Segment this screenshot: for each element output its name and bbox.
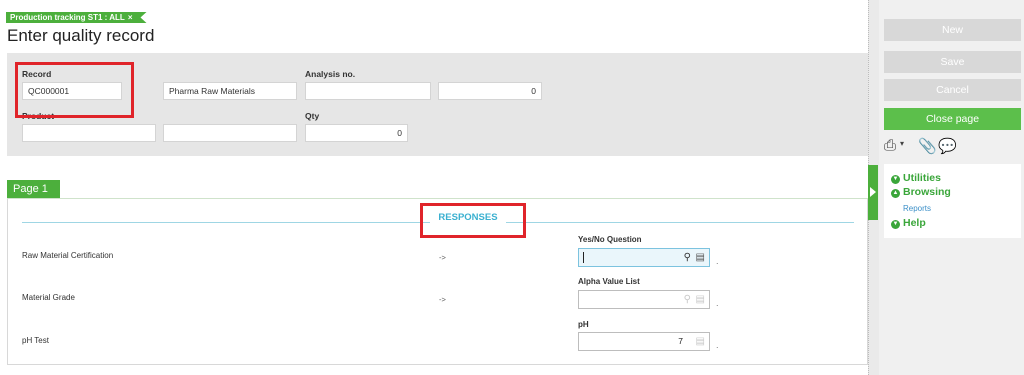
response-row-label: Material Grade [22, 293, 75, 302]
chevron-icon [870, 187, 876, 197]
search-icon[interactable]: ⚲ [684, 293, 691, 306]
product-description-field[interactable] [163, 124, 297, 142]
product-label: Product [22, 111, 55, 121]
analysis-field[interactable] [305, 82, 431, 100]
utilities-label: Utilities [903, 172, 941, 184]
reports-link[interactable]: Reports [903, 204, 931, 213]
browsing-link[interactable]: ▲ Browsing [891, 186, 951, 198]
yes-no-question-input[interactable]: ⚲ ▤ [578, 248, 710, 267]
collapse-panel-handle[interactable] [868, 165, 878, 220]
response-row-label: Raw Material Certification [22, 251, 114, 260]
tab-page-1[interactable]: Page 1 [7, 180, 60, 199]
row-suffix: . [716, 340, 719, 350]
chevron-down-icon: ▼ [891, 220, 900, 229]
record-description-field[interactable]: Pharma Raw Materials [163, 82, 297, 100]
section-title-responses: RESPONSES [430, 212, 506, 223]
printer-icon[interactable]: ⎙ [884, 137, 896, 154]
breadcrumb-label: Production tracking ST1 : ALL [10, 13, 125, 22]
save-button[interactable]: Save [884, 51, 1021, 73]
analysis-number-field[interactable]: 0 [438, 82, 542, 100]
search-icon[interactable]: ⚲ [684, 251, 691, 264]
question-label: pH [578, 320, 589, 329]
close-icon[interactable]: × [128, 13, 133, 22]
response-row-arrow: -> [439, 295, 446, 304]
chevron-up-icon: ▲ [891, 189, 900, 198]
cancel-button[interactable]: Cancel [884, 79, 1021, 101]
record-label: Record [22, 69, 52, 79]
page-title: Enter quality record [7, 26, 155, 45]
new-button[interactable]: New [884, 19, 1021, 41]
utilities-link[interactable]: ▼ Utilities [891, 172, 941, 184]
list-icon[interactable]: ▤ [696, 335, 705, 348]
chevron-down-icon: ▼ [891, 175, 900, 184]
breadcrumb[interactable]: Production tracking ST1 : ALL × [6, 12, 147, 23]
question-label: Alpha Value List [578, 277, 640, 286]
record-field[interactable]: QC000001 [22, 82, 122, 100]
alpha-value-list-input[interactable]: ⚲ ▤ [578, 290, 710, 309]
row-suffix: . [716, 256, 719, 266]
paperclip-icon[interactable]: 📎 [918, 137, 937, 155]
main-area: Production tracking ST1 : ALL × Enter qua… [0, 0, 868, 375]
question-label: Yes/No Question [578, 235, 642, 244]
browsing-label: Browsing [903, 186, 951, 198]
chevron-down-icon[interactable]: ▾ [900, 139, 904, 148]
response-row-label: pH Test [22, 336, 49, 345]
analysis-label: Analysis no. [305, 69, 356, 79]
qty-label: Qty [305, 111, 320, 121]
sidebar-links: ▼ Utilities ▲ Browsing Reports ▼ Help [884, 164, 1021, 238]
qty-field[interactable]: 0 [305, 124, 408, 142]
text-cursor [583, 252, 584, 263]
help-link[interactable]: ▼ Help [891, 217, 926, 229]
list-icon[interactable]: ▤ [696, 251, 705, 264]
comment-icon[interactable]: 💬 [938, 137, 957, 155]
close-page-button[interactable]: Close page [884, 108, 1021, 130]
response-row-arrow: -> [439, 253, 446, 262]
product-field[interactable] [22, 124, 156, 142]
help-label: Help [903, 217, 926, 229]
page-content [7, 199, 868, 365]
list-icon[interactable]: ▤ [696, 293, 705, 306]
ph-input[interactable]: 7 ▤ [578, 332, 710, 351]
row-suffix: . [716, 298, 719, 308]
question-value: 7 [678, 336, 683, 346]
